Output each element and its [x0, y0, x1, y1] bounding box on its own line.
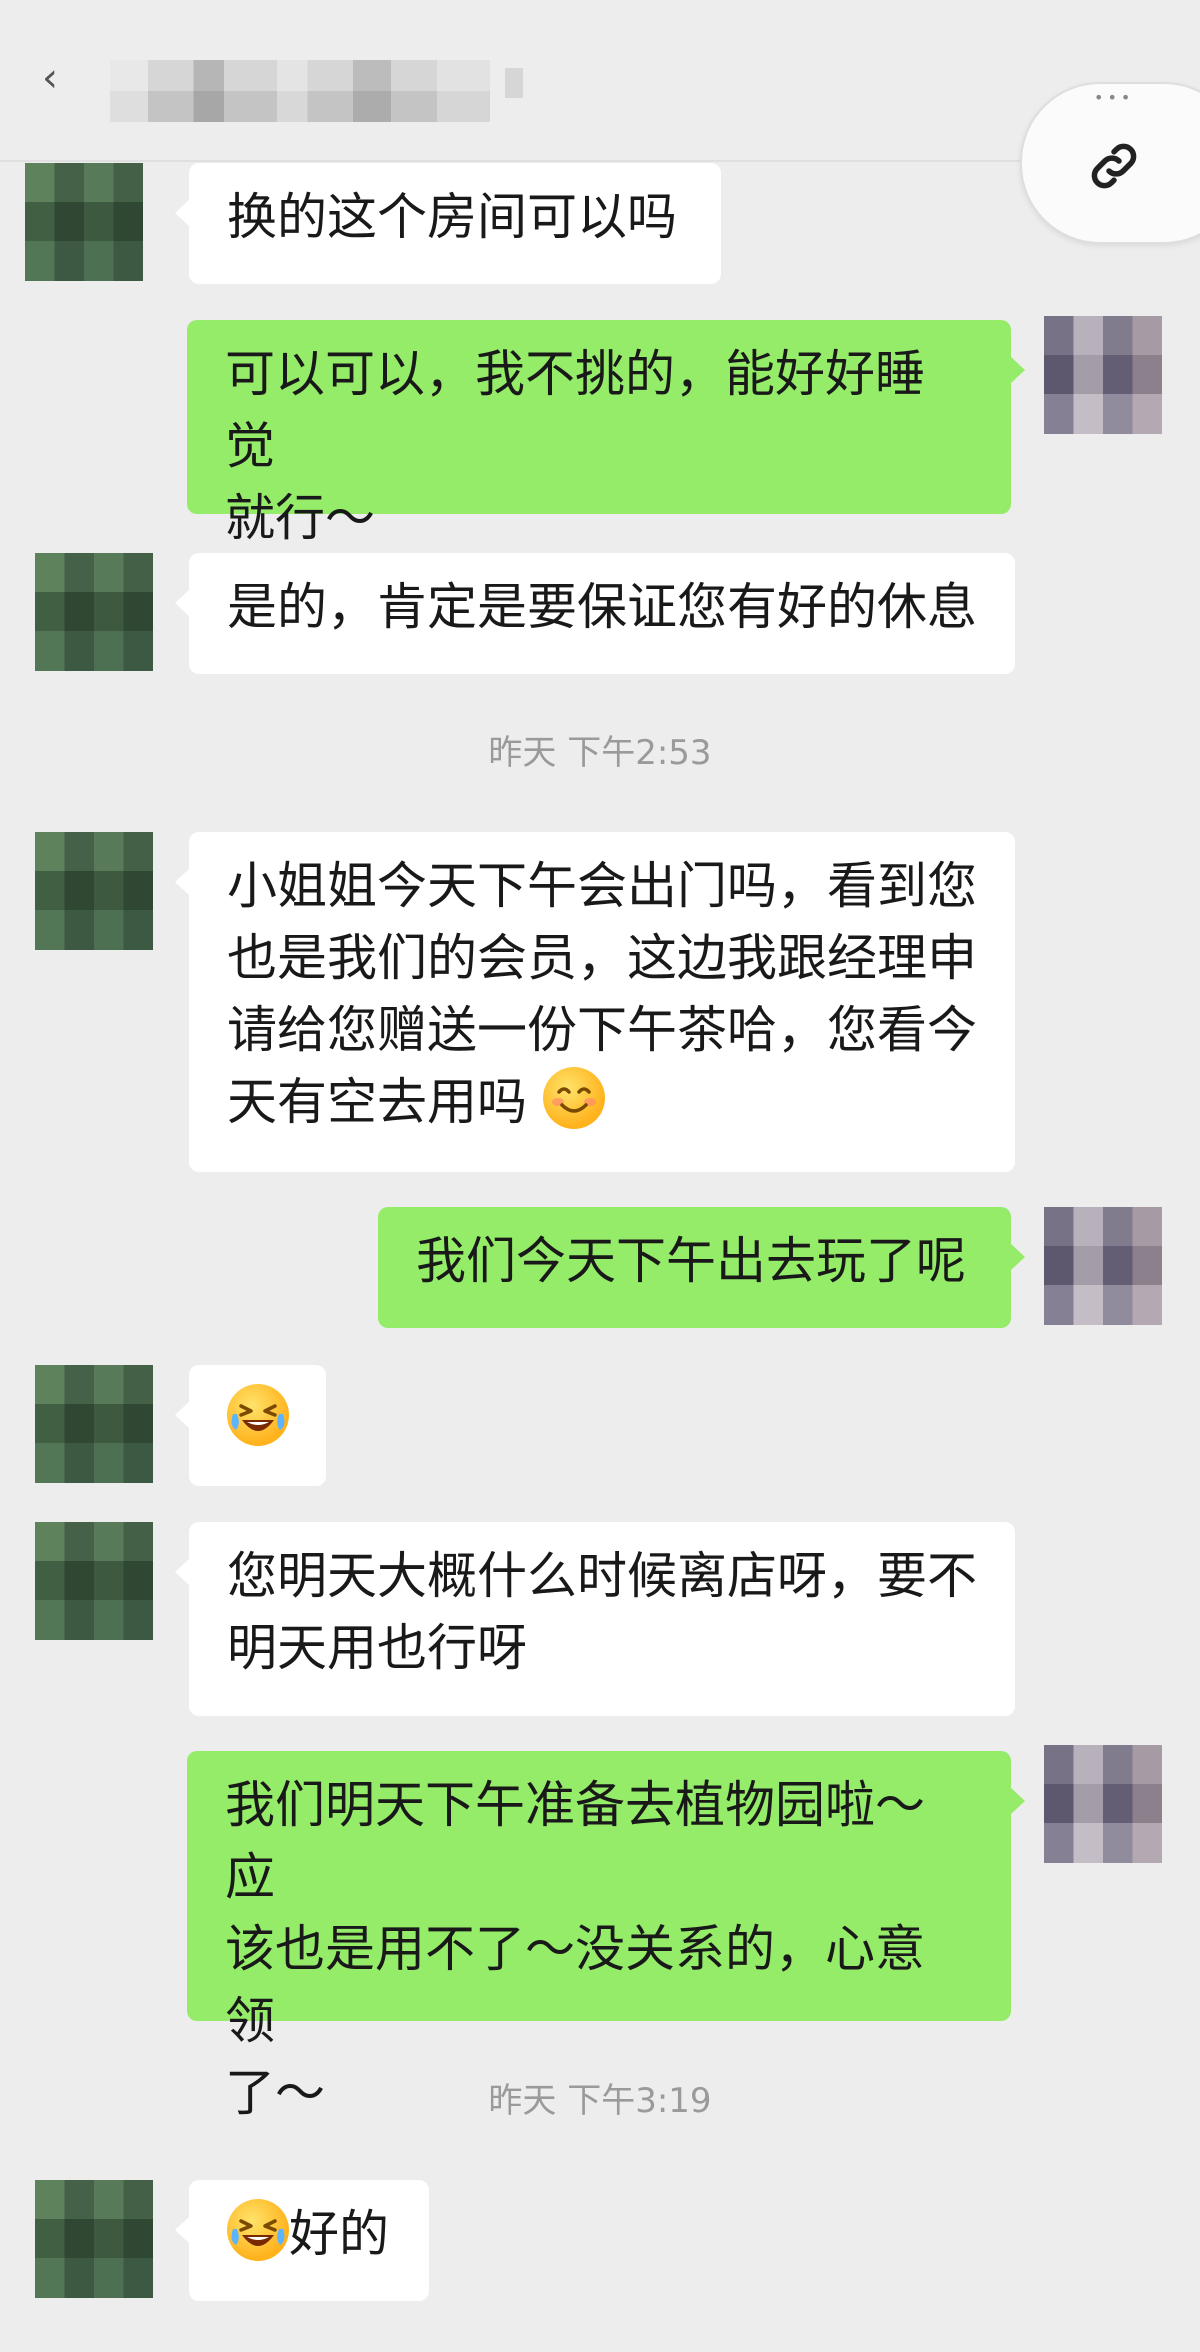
message-text: 好的 — [289, 2205, 389, 2263]
contact-avatar[interactable] — [35, 1522, 153, 1640]
contact-name-blurred-tail — [505, 68, 523, 98]
link-button[interactable]: ••• — [1020, 82, 1200, 244]
message-text-line: 天有空去用吗 — [227, 1073, 527, 1131]
message-bubble-incoming[interactable]: 您明天大概什么时候离店呀，要不 明天用也行呀 — [175, 1522, 1015, 1716]
chat-header: ‹ — [0, 0, 1200, 162]
message-bubble-outgoing[interactable]: 可以可以，我不挑的，能好好睡觉 就行～ — [187, 320, 1025, 547]
message-bubble-incoming[interactable]: 好的 — [175, 2180, 429, 2301]
contact-avatar[interactable] — [25, 163, 143, 281]
message-text-line: 我们明天下午准备去植物园啦～应 — [225, 1776, 925, 1906]
message-bubble-incoming[interactable] — [175, 1365, 326, 1486]
my-avatar[interactable] — [1044, 316, 1162, 434]
message-text: 换的这个房间可以吗 — [227, 188, 677, 246]
message-text-line: 您明天大概什么时候离店呀，要不 — [227, 1547, 977, 1605]
message-bubble-outgoing[interactable]: 我们今天下午出去玩了呢 — [378, 1207, 1025, 1328]
message-text-line: 也是我们的会员，这边我跟经理申 — [227, 929, 977, 987]
contact-avatar[interactable] — [35, 2180, 153, 2298]
timestamp: 昨天 下午3:19 — [488, 2081, 712, 2121]
message-text-line: 可以可以，我不挑的，能好好睡觉 — [225, 345, 925, 475]
message-text-line: 该也是用不了～没关系的，心意领 — [225, 1920, 925, 2050]
tears-of-joy-emoji — [227, 1384, 289, 1446]
message-text: 我们今天下午出去玩了呢 — [416, 1232, 966, 1290]
contact-avatar[interactable] — [35, 553, 153, 671]
message-bubble-incoming[interactable]: 换的这个房间可以吗 — [175, 163, 721, 284]
my-avatar[interactable] — [1044, 1745, 1162, 1863]
message-text-line: 小姐姐今天下午会出门吗，看到您 — [227, 857, 977, 915]
message-text-line: 明天用也行呀 — [227, 1619, 527, 1677]
contact-avatar[interactable] — [35, 832, 153, 950]
message-bubble-outgoing[interactable]: 我们明天下午准备去植物园啦～应 该也是用不了～没关系的，心意领 了～ — [187, 1751, 1025, 2122]
smile-emoji — [542, 1067, 605, 1129]
timestamp: 昨天 下午2:53 — [488, 733, 712, 773]
contact-name-blurred — [110, 60, 490, 122]
message-text: 是的，肯定是要保证您有好的休息 — [227, 578, 977, 636]
tears-of-joy-emoji — [227, 2199, 289, 2261]
back-icon[interactable]: ‹ — [42, 58, 72, 98]
more-indicator: ••• — [1094, 88, 1135, 107]
message-bubble-incoming[interactable]: 是的，肯定是要保证您有好的休息 — [175, 553, 1015, 674]
link-icon — [1091, 143, 1137, 189]
message-text-line: 请给您赠送一份下午茶哈，您看今 — [227, 1001, 977, 1059]
message-text-line: 就行～ — [225, 489, 375, 547]
message-bubble-incoming[interactable]: 小姐姐今天下午会出门吗，看到您 也是我们的会员，这边我跟经理申 请给您赠送一份下… — [175, 832, 1015, 1172]
contact-avatar[interactable] — [35, 1365, 153, 1483]
my-avatar[interactable] — [1044, 1207, 1162, 1325]
